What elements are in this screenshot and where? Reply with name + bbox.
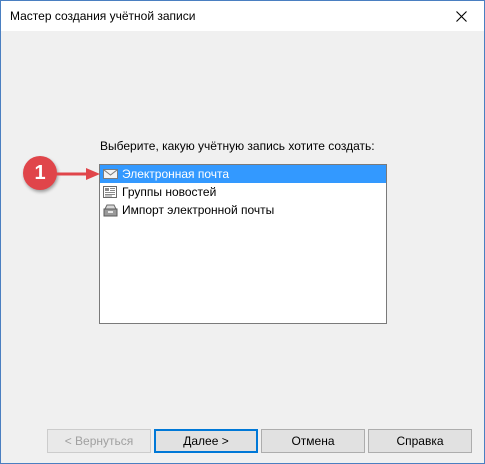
list-item-import-mail[interactable]: Импорт электронной почты [100, 201, 386, 219]
title-bar: Мастер создания учётной записи [1, 1, 484, 31]
account-type-prompt: Выберите, какую учётную запись хотите со… [100, 139, 375, 153]
envelope-icon [103, 168, 118, 181]
account-type-list[interactable]: Электронная почта Группы новостей Импорт… [99, 164, 387, 324]
close-button[interactable] [438, 1, 484, 31]
back-button[interactable]: < Вернуться [47, 429, 151, 453]
wizard-window: Мастер создания учётной записи Выберите,… [0, 0, 485, 464]
newsgroup-icon [103, 185, 118, 199]
inbox-import-icon [103, 204, 118, 217]
step-number-badge: 1 [23, 156, 57, 190]
list-item-newsgroups[interactable]: Группы новостей [100, 183, 386, 201]
help-button[interactable]: Справка [368, 429, 472, 453]
list-item-label: Группы новостей [122, 185, 217, 199]
wizard-button-bar: < Вернуться Далее > Отмена Справка [1, 429, 484, 453]
close-icon [455, 10, 467, 22]
window-title: Мастер создания учётной записи [10, 9, 196, 23]
list-item-label: Импорт электронной почты [122, 203, 275, 217]
annotation-arrow [56, 168, 100, 180]
cancel-button[interactable]: Отмена [261, 429, 365, 453]
next-button[interactable]: Далее > [154, 429, 258, 453]
list-item-email[interactable]: Электронная почта [100, 165, 386, 183]
list-item-label: Электронная почта [122, 167, 230, 181]
